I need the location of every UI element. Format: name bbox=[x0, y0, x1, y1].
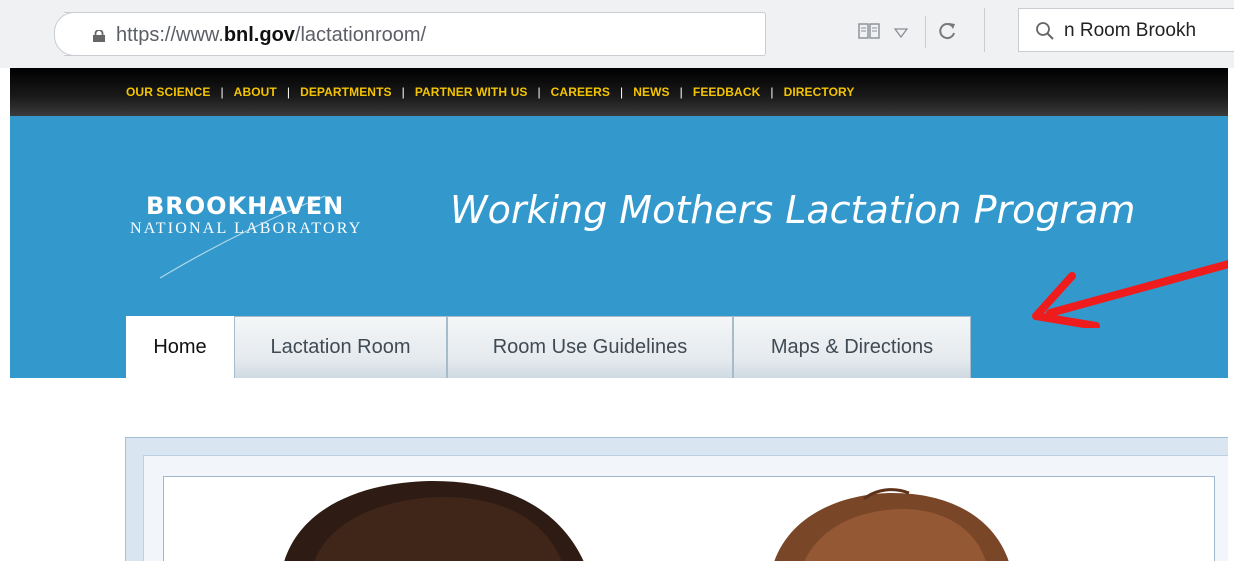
toolbar-divider bbox=[925, 16, 926, 48]
url-text[interactable]: https://www.bnl.gov/lactationroom/ bbox=[116, 24, 426, 47]
mother-baby-photo bbox=[284, 480, 1009, 561]
tab-room-use-guidelines[interactable]: Room Use Guidelines bbox=[447, 316, 733, 378]
nav-separator: | bbox=[620, 85, 624, 99]
site-title: Working Mothers Lactation Program bbox=[450, 188, 1136, 232]
nav-separator: | bbox=[537, 85, 541, 99]
hero-photo bbox=[163, 476, 1215, 561]
nav-directory[interactable]: DIRECTORY bbox=[784, 85, 855, 99]
site-header: BROOKHAVEN NATIONAL LABORATORY Working M… bbox=[10, 116, 1234, 378]
nav-news[interactable]: NEWS bbox=[633, 85, 669, 99]
url-domain: bnl.gov bbox=[223, 24, 295, 46]
nav-separator: | bbox=[401, 85, 405, 99]
section-tabs: Home Lactation Room Room Use Guidelines … bbox=[126, 316, 971, 378]
tab-lactation-room[interactable]: Lactation Room bbox=[234, 316, 447, 378]
dropdown-arrow-icon[interactable] bbox=[894, 28, 908, 38]
nav-departments[interactable]: DEPARTMENTS bbox=[300, 85, 392, 99]
nav-our-science[interactable]: OUR SCIENCE bbox=[126, 85, 210, 99]
tab-maps-directions[interactable]: Maps & Directions bbox=[733, 316, 971, 378]
nav-careers[interactable]: CAREERS bbox=[551, 85, 610, 99]
nav-separator: | bbox=[220, 85, 224, 99]
search-icon bbox=[1036, 22, 1054, 40]
nav-feedback[interactable]: FEEDBACK bbox=[693, 85, 760, 99]
reload-icon[interactable] bbox=[938, 21, 958, 41]
search-query[interactable]: n Room Brookh bbox=[1064, 20, 1196, 42]
global-nav: OUR SCIENCE | ABOUT | DEPARTMENTS | PART… bbox=[10, 68, 1228, 116]
logo-subtitle: NATIONAL LABORATORY bbox=[130, 220, 363, 237]
red-arrow-annotation bbox=[1032, 258, 1234, 328]
tab-home[interactable]: Home bbox=[126, 316, 234, 378]
toolbar-divider bbox=[984, 8, 985, 52]
lock-icon bbox=[93, 30, 105, 42]
nav-partner-with-us[interactable]: PARTNER WITH US bbox=[415, 85, 528, 99]
nav-about[interactable]: ABOUT bbox=[234, 85, 277, 99]
bnl-logo[interactable]: BROOKHAVEN NATIONAL LABORATORY bbox=[130, 192, 420, 282]
page-edge bbox=[1228, 68, 1234, 561]
nav-separator: | bbox=[770, 85, 774, 99]
logo-wordmark: BROOKHAVEN bbox=[146, 192, 345, 220]
nav-separator: | bbox=[286, 85, 291, 99]
reader-view-icon[interactable] bbox=[858, 22, 880, 40]
nav-separator: | bbox=[679, 85, 683, 99]
